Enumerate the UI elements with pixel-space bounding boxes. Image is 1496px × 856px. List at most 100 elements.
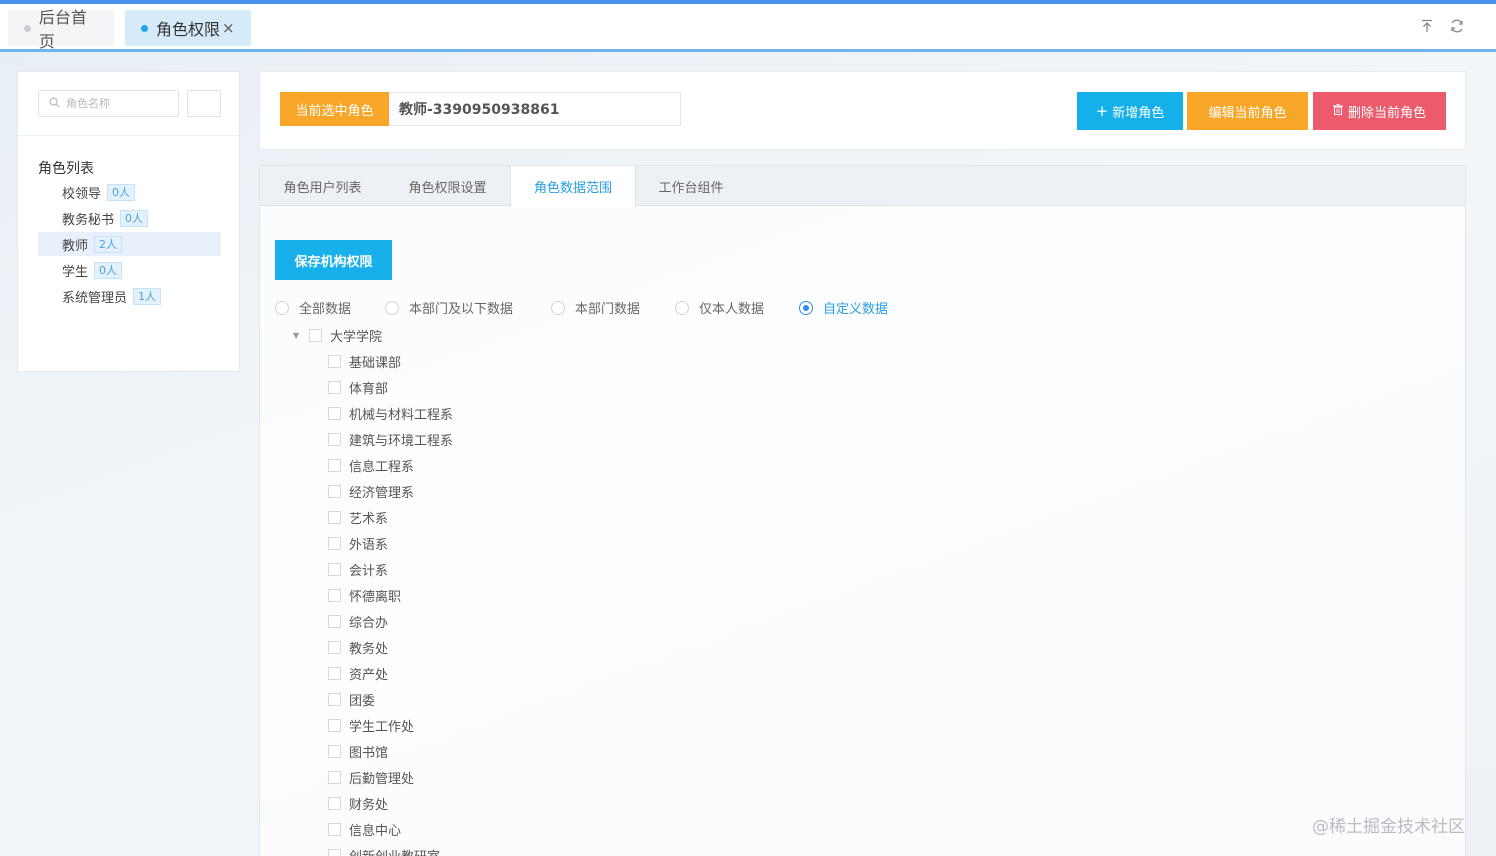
tree-node-label: 图书馆 bbox=[349, 746, 389, 761]
tree-checkbox[interactable] bbox=[328, 745, 341, 758]
tree-checkbox[interactable] bbox=[328, 719, 341, 732]
tree-node: 会计系 bbox=[328, 560, 388, 579]
tree-node-label: 团委 bbox=[349, 694, 376, 709]
tree-node-label: 建筑与环境工程系 bbox=[349, 434, 454, 449]
tree-checkbox[interactable] bbox=[328, 641, 341, 654]
radio-label: 全部数据 bbox=[299, 302, 352, 317]
tree-node-label: 体育部 bbox=[349, 382, 389, 397]
tree-node-label: 后勤管理处 bbox=[349, 772, 415, 787]
tree-checkbox[interactable] bbox=[328, 615, 341, 628]
tab-home[interactable]: 后台首页 bbox=[8, 8, 114, 51]
delete-role-label: 删除当前角色 bbox=[1347, 105, 1426, 121]
role-name: 教务秘书 bbox=[62, 212, 115, 228]
tree-node: 后勤管理处 bbox=[328, 768, 414, 787]
radio-all-data[interactable]: 全部数据 bbox=[275, 298, 351, 317]
add-role-button[interactable]: + 新增角色 bbox=[1077, 92, 1183, 130]
radio-circle bbox=[675, 300, 689, 315]
role-list-title: 角色列表 bbox=[38, 161, 94, 177]
role-search-box bbox=[38, 90, 179, 117]
tree-node-label: 信息工程系 bbox=[349, 460, 415, 475]
role-item-sysadmin[interactable]: 系统管理员 1人 bbox=[38, 284, 221, 308]
tree-node-label: 经济管理系 bbox=[349, 486, 415, 501]
tree-checkbox[interactable] bbox=[328, 563, 341, 576]
role-item-teacher[interactable]: 教师 2人 bbox=[38, 232, 221, 256]
tree-checkbox[interactable] bbox=[328, 771, 341, 784]
data-scope-radio-group: 全部数据 本部门及以下数据 本部门数据 仅本人数据 自定义数据 bbox=[275, 298, 975, 318]
trash-icon bbox=[1332, 103, 1343, 119]
tree-checkbox[interactable] bbox=[328, 433, 341, 446]
search-icon bbox=[49, 96, 60, 111]
tree-node-label: 大学学院 bbox=[330, 330, 383, 345]
tree-node-label: 财务处 bbox=[349, 798, 389, 813]
tree-node-label: 学生工作处 bbox=[349, 720, 415, 735]
tab-home-label: 后台首页 bbox=[38, 8, 87, 51]
tree-checkbox[interactable] bbox=[328, 355, 341, 368]
tree-checkbox[interactable] bbox=[328, 849, 341, 856]
tree-node: 外语系 bbox=[328, 534, 388, 553]
radio-circle bbox=[551, 300, 565, 315]
radio-custom-data[interactable]: 自定义数据 bbox=[799, 298, 888, 317]
refresh-icon[interactable] bbox=[1447, 18, 1467, 38]
tree-checkbox[interactable] bbox=[328, 797, 341, 810]
role-item-academic-secretary[interactable]: 教务秘书 0人 bbox=[38, 206, 221, 230]
tab-workbench-widgets[interactable]: 工作台组件 bbox=[636, 166, 746, 206]
role-name: 教师 bbox=[62, 238, 89, 254]
tree-checkbox[interactable] bbox=[328, 693, 341, 706]
tree-node-label: 会计系 bbox=[349, 564, 389, 579]
role-list-panel: 角色列表 校领导 0人 教务秘书 0人 教师 2人 学生 0人 系统管理员 1人 bbox=[17, 71, 240, 372]
tree-node: 怀德离职 bbox=[328, 586, 401, 605]
tree-node: 财务处 bbox=[328, 794, 388, 813]
radio-self-only[interactable]: 仅本人数据 bbox=[675, 298, 764, 317]
role-count-badge: 0人 bbox=[120, 209, 149, 227]
tree-node: 基础课部 bbox=[328, 352, 401, 371]
delete-role-button[interactable]: 删除当前角色 bbox=[1313, 92, 1446, 130]
tree-checkbox[interactable] bbox=[328, 459, 341, 472]
tree-checkbox[interactable] bbox=[328, 667, 341, 680]
tree-checkbox[interactable] bbox=[309, 329, 322, 342]
divider bbox=[18, 135, 239, 136]
edit-role-button[interactable]: 编辑当前角色 bbox=[1187, 92, 1308, 130]
save-org-permission-button[interactable]: 保存机构权限 bbox=[275, 240, 392, 280]
tree-checkbox[interactable] bbox=[328, 407, 341, 420]
radio-dept-only[interactable]: 本部门数据 bbox=[551, 298, 640, 317]
tab-role-permissions[interactable]: 角色权限设置 bbox=[385, 166, 510, 206]
tree-checkbox[interactable] bbox=[328, 537, 341, 550]
role-search-input[interactable] bbox=[66, 97, 166, 110]
tree-checkbox[interactable] bbox=[328, 381, 341, 394]
tree-checkbox[interactable] bbox=[328, 485, 341, 498]
role-count-badge: 2人 bbox=[94, 235, 123, 253]
search-button[interactable] bbox=[187, 90, 221, 117]
caret-down-icon[interactable]: ▼ bbox=[293, 331, 303, 340]
role-item-student[interactable]: 学生 0人 bbox=[38, 258, 221, 282]
tree-checkbox[interactable] bbox=[328, 823, 341, 836]
current-role-label: 当前选中角色 bbox=[280, 92, 389, 126]
radio-label: 仅本人数据 bbox=[699, 302, 765, 317]
tree-checkbox[interactable] bbox=[328, 511, 341, 524]
tree-node: 图书馆 bbox=[328, 742, 388, 761]
tree-node-label: 外语系 bbox=[349, 538, 389, 553]
upload-icon[interactable] bbox=[1417, 18, 1437, 38]
add-role-label: 新增角色 bbox=[1112, 105, 1165, 121]
edit-role-label: 编辑当前角色 bbox=[1208, 105, 1287, 121]
role-count-badge: 0人 bbox=[94, 261, 123, 279]
tree-node-label: 艺术系 bbox=[349, 512, 389, 527]
current-role-value: 教师-3390950938861 bbox=[389, 92, 681, 126]
tab-role-label: 角色权限 bbox=[156, 20, 221, 39]
panel-tabs: 角色用户列表 角色权限设置 角色数据范围 工作台组件 bbox=[260, 166, 1465, 207]
tree-node-label: 机械与材料工程系 bbox=[349, 408, 454, 423]
tree-node-label: 信息中心 bbox=[349, 824, 402, 839]
tree-node: 学生工作处 bbox=[328, 716, 414, 735]
watermark: @稀土掘金技术社区 bbox=[1312, 817, 1465, 837]
tree-node: 团委 bbox=[328, 690, 375, 709]
role-detail-panel: 角色用户列表 角色权限设置 角色数据范围 工作台组件 保存机构权限 全部数据 本… bbox=[259, 165, 1466, 856]
tab-role-users[interactable]: 角色用户列表 bbox=[260, 166, 385, 206]
role-item-school-leader[interactable]: 校领导 0人 bbox=[38, 180, 221, 204]
radio-dept-and-below[interactable]: 本部门及以下数据 bbox=[385, 298, 513, 317]
role-name: 学生 bbox=[62, 264, 89, 280]
tab-dot-icon bbox=[141, 24, 148, 32]
tab-role-permission[interactable]: 角色权限 × bbox=[125, 10, 251, 46]
tab-data-scope[interactable]: 角色数据范围 bbox=[510, 166, 636, 207]
tree-checkbox[interactable] bbox=[328, 589, 341, 602]
role-name: 系统管理员 bbox=[62, 290, 128, 306]
close-icon[interactable]: × bbox=[222, 19, 235, 37]
